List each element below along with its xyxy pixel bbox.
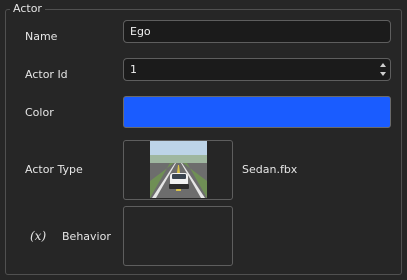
actor-type-label: Actor Type bbox=[25, 163, 83, 176]
spin-arrows bbox=[378, 60, 388, 79]
color-swatch-button[interactable] bbox=[123, 96, 391, 128]
chevron-down-icon[interactable] bbox=[380, 72, 386, 76]
name-value: Ego bbox=[130, 25, 151, 38]
color-label: Color bbox=[25, 106, 54, 119]
actor-id-value: 1 bbox=[130, 63, 137, 76]
name-input[interactable]: Ego bbox=[123, 20, 391, 43]
variable-icon: (x) bbox=[30, 229, 47, 243]
behavior-label: Behavior bbox=[62, 230, 111, 243]
sedan-thumbnail-image bbox=[150, 141, 207, 198]
actor-id-spinbox[interactable]: 1 bbox=[123, 58, 391, 81]
chevron-up-icon[interactable] bbox=[380, 63, 386, 67]
name-label: Name bbox=[25, 30, 58, 43]
actor-id-label: Actor Id bbox=[25, 68, 68, 81]
actor-type-thumbnail[interactable] bbox=[123, 140, 233, 200]
actor-type-file: Sedan.fbx bbox=[242, 163, 298, 176]
behavior-slot[interactable] bbox=[123, 206, 233, 266]
group-title: Actor bbox=[10, 2, 45, 15]
